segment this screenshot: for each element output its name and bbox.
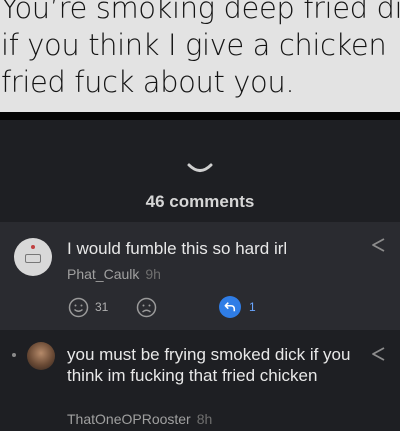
chevron-down-icon[interactable] xyxy=(186,162,214,178)
comment-age: 9h xyxy=(145,266,161,282)
reply-button[interactable]: 1 xyxy=(219,295,256,319)
meme-caption-line-2: if you think I give a chicken xyxy=(1,28,387,62)
comment-text: you must be frying smoked dick if you th… xyxy=(67,345,351,385)
thread-bullet xyxy=(12,353,16,357)
image-bottom-border xyxy=(0,112,400,120)
avatar[interactable] xyxy=(27,342,55,370)
comment-author[interactable]: Phat_Caulk xyxy=(67,266,139,282)
comment-author[interactable]: ThatOneOPRooster xyxy=(67,411,191,427)
avatar-dot xyxy=(31,245,35,249)
meme-caption-line-3: fried fuck about you. xyxy=(1,65,295,99)
meme-caption: You’re smoking deep fried dick if you th… xyxy=(0,0,400,112)
avatar-box xyxy=(25,254,41,263)
smile-icon xyxy=(68,297,89,317)
comments-count: 46 comments xyxy=(145,192,255,211)
comment-text: I would fumble this so hard irl xyxy=(67,239,288,258)
frown-icon xyxy=(136,297,157,317)
reply-count: 1 xyxy=(249,300,256,314)
reply-icon xyxy=(219,296,241,318)
meme-caption-line-1: You’re smoking deep fried dick xyxy=(1,0,400,25)
frown-reaction-button[interactable] xyxy=(136,295,157,319)
share-icon[interactable] xyxy=(371,347,387,361)
comment-meta: ThatOneOPRooster 8h xyxy=(67,411,212,427)
comment-meta: Phat_Caulk 9h xyxy=(67,266,161,282)
avatar[interactable] xyxy=(14,238,52,276)
smile-reaction-button[interactable]: 31 xyxy=(68,295,108,319)
smile-count: 31 xyxy=(95,300,109,314)
share-icon[interactable] xyxy=(371,238,387,252)
comment-age: 8h xyxy=(196,411,213,427)
